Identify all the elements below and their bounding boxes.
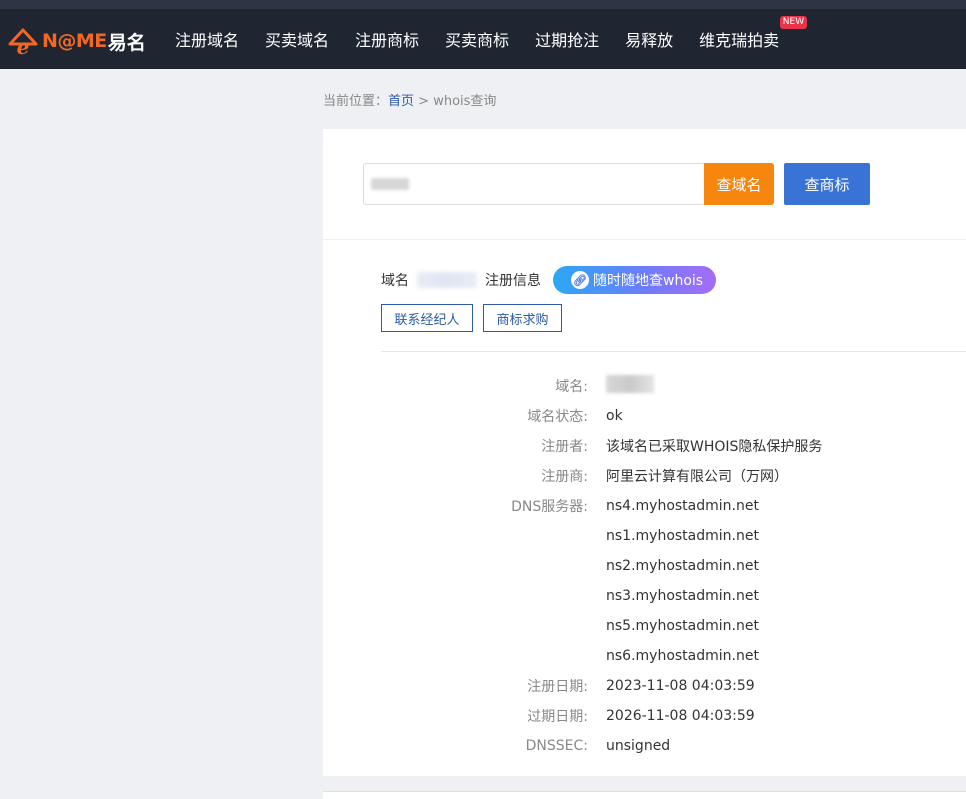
row-value: ns5.myhostadmin.net <box>606 618 759 634</box>
row-value: ns2.myhostadmin.net <box>606 558 759 574</box>
row-label: 注册者: <box>541 439 588 455</box>
whois-row-status: 域名状态: ok <box>323 401 966 431</box>
domain-search-input[interactable] <box>363 163 705 205</box>
redacted-search-text <box>371 178 409 190</box>
row-label: 注册商: <box>541 469 588 485</box>
row-value: ns3.myhostadmin.net <box>606 588 759 604</box>
heading-suffix: 注册信息 <box>485 273 541 289</box>
whois-row-expires: 过期日期: 2026-11-08 04:03:59 <box>323 701 966 731</box>
whois-row-dns: ns6.myhostadmin.net <box>323 641 966 671</box>
search-card: 查域名 查商标 <box>323 129 966 239</box>
row-value: 2023-11-08 04:03:59 <box>606 678 755 694</box>
row-value: 该域名已采取WHOIS隐私保护服务 <box>606 439 823 455</box>
next-section-edge <box>323 791 966 799</box>
row-label: 过期日期: <box>527 709 588 725</box>
logo-text: N@ME <box>42 30 107 52</box>
new-badge: NEW <box>779 16 808 29</box>
svg-text:e: e <box>17 35 30 58</box>
whois-row-dns: ns2.myhostadmin.net <box>323 551 966 581</box>
whois-row-registrar: 注册商: 阿里云计算有限公司（万网） <box>323 461 966 491</box>
whois-row-dns: DNS服务器: ns4.myhostadmin.net <box>323 491 966 521</box>
row-label: 域名: <box>555 379 588 395</box>
row-label: DNSSEC: <box>525 738 588 754</box>
nav-vickrey-auction-label: 维克瑞拍卖 <box>699 31 780 50</box>
row-label: DNS服务器: <box>511 499 588 515</box>
search-domain-button[interactable]: 查域名 <box>704 163 774 205</box>
breadcrumb-current: whois查询 <box>433 94 497 109</box>
redacted-domain-name <box>417 272 477 288</box>
ename-logo[interactable]: e N@ME 易名 <box>6 21 146 61</box>
row-label: 域名状态: <box>527 409 588 425</box>
breadcrumb-home-link[interactable]: 首页 <box>388 94 414 109</box>
whois-info-heading: 域名 注册信息 <box>381 270 541 290</box>
row-label: 注册日期: <box>527 679 588 695</box>
whois-row-dnssec: DNSSEC: unsigned <box>323 731 966 761</box>
nav-trade-domain[interactable]: 买卖域名 <box>265 27 329 51</box>
whois-row-created: 注册日期: 2023-11-08 04:03:59 <box>323 671 966 701</box>
breadcrumb-prefix: 当前位置： <box>323 94 389 109</box>
nav-expired-backorder[interactable]: 过期抢注 <box>535 27 599 51</box>
breadcrumb-separator: > <box>414 94 434 109</box>
whois-anywhere-button[interactable]: 🔗︎ 随时随地查whois <box>553 266 716 294</box>
search-trademark-button[interactable]: 查商标 <box>784 163 870 205</box>
redacted-value <box>606 375 654 393</box>
row-value: 阿里云计算有限公司（万网） <box>606 469 788 485</box>
row-value: ok <box>606 408 623 424</box>
section-divider <box>381 351 966 352</box>
nav-trade-trademark[interactable]: 买卖商标 <box>445 27 509 51</box>
whois-row-domain: 域名: <box>323 371 966 401</box>
heading-prefix: 域名 <box>381 273 409 289</box>
trademark-request-button[interactable]: 商标求购 <box>483 304 562 332</box>
top-navigation-bar: e N@ME 易名 注册域名 买卖域名 注册商标 买卖商标 过期抢注 易释放 维… <box>0 0 966 69</box>
row-value: ns6.myhostadmin.net <box>606 648 759 664</box>
whois-row-dns: ns5.myhostadmin.net <box>323 611 966 641</box>
contact-broker-button[interactable]: 联系经纪人 <box>381 304 473 332</box>
row-value: ns4.myhostadmin.net <box>606 498 759 514</box>
row-value: ns1.myhostadmin.net <box>606 528 759 544</box>
nav-register-domain[interactable]: 注册域名 <box>175 27 239 51</box>
nav-vickrey-auction[interactable]: 维克瑞拍卖 NEW <box>699 16 808 51</box>
whois-row-registrant: 注册者: 该域名已采取WHOIS隐私保护服务 <box>323 431 966 461</box>
nav-register-trademark[interactable]: 注册商标 <box>355 27 419 51</box>
nav-easy-release[interactable]: 易释放 <box>625 27 673 51</box>
row-value: 2026-11-08 04:03:59 <box>606 708 755 724</box>
breadcrumb: 当前位置：首页 > whois查询 <box>323 90 496 109</box>
ename-logo-icon: e <box>6 24 40 59</box>
row-value: unsigned <box>606 738 671 754</box>
whois-row-dns: ns1.myhostadmin.net <box>323 521 966 551</box>
link-icon: 🔗︎ <box>571 271 589 289</box>
row-value-redacted <box>606 375 654 397</box>
whois-info-card: 域名 注册信息 🔗︎ 随时随地查whois 联系经纪人 商标求购 域名: 域名状… <box>323 240 966 776</box>
whois-anywhere-label: 随时随地查whois <box>593 273 704 289</box>
whois-row-dns: ns3.myhostadmin.net <box>323 581 966 611</box>
logo-text-cn: 易名 <box>107 31 146 54</box>
main-nav: 注册域名 买卖域名 注册商标 买卖商标 过期抢注 易释放 维克瑞拍卖 NEW <box>175 9 808 69</box>
